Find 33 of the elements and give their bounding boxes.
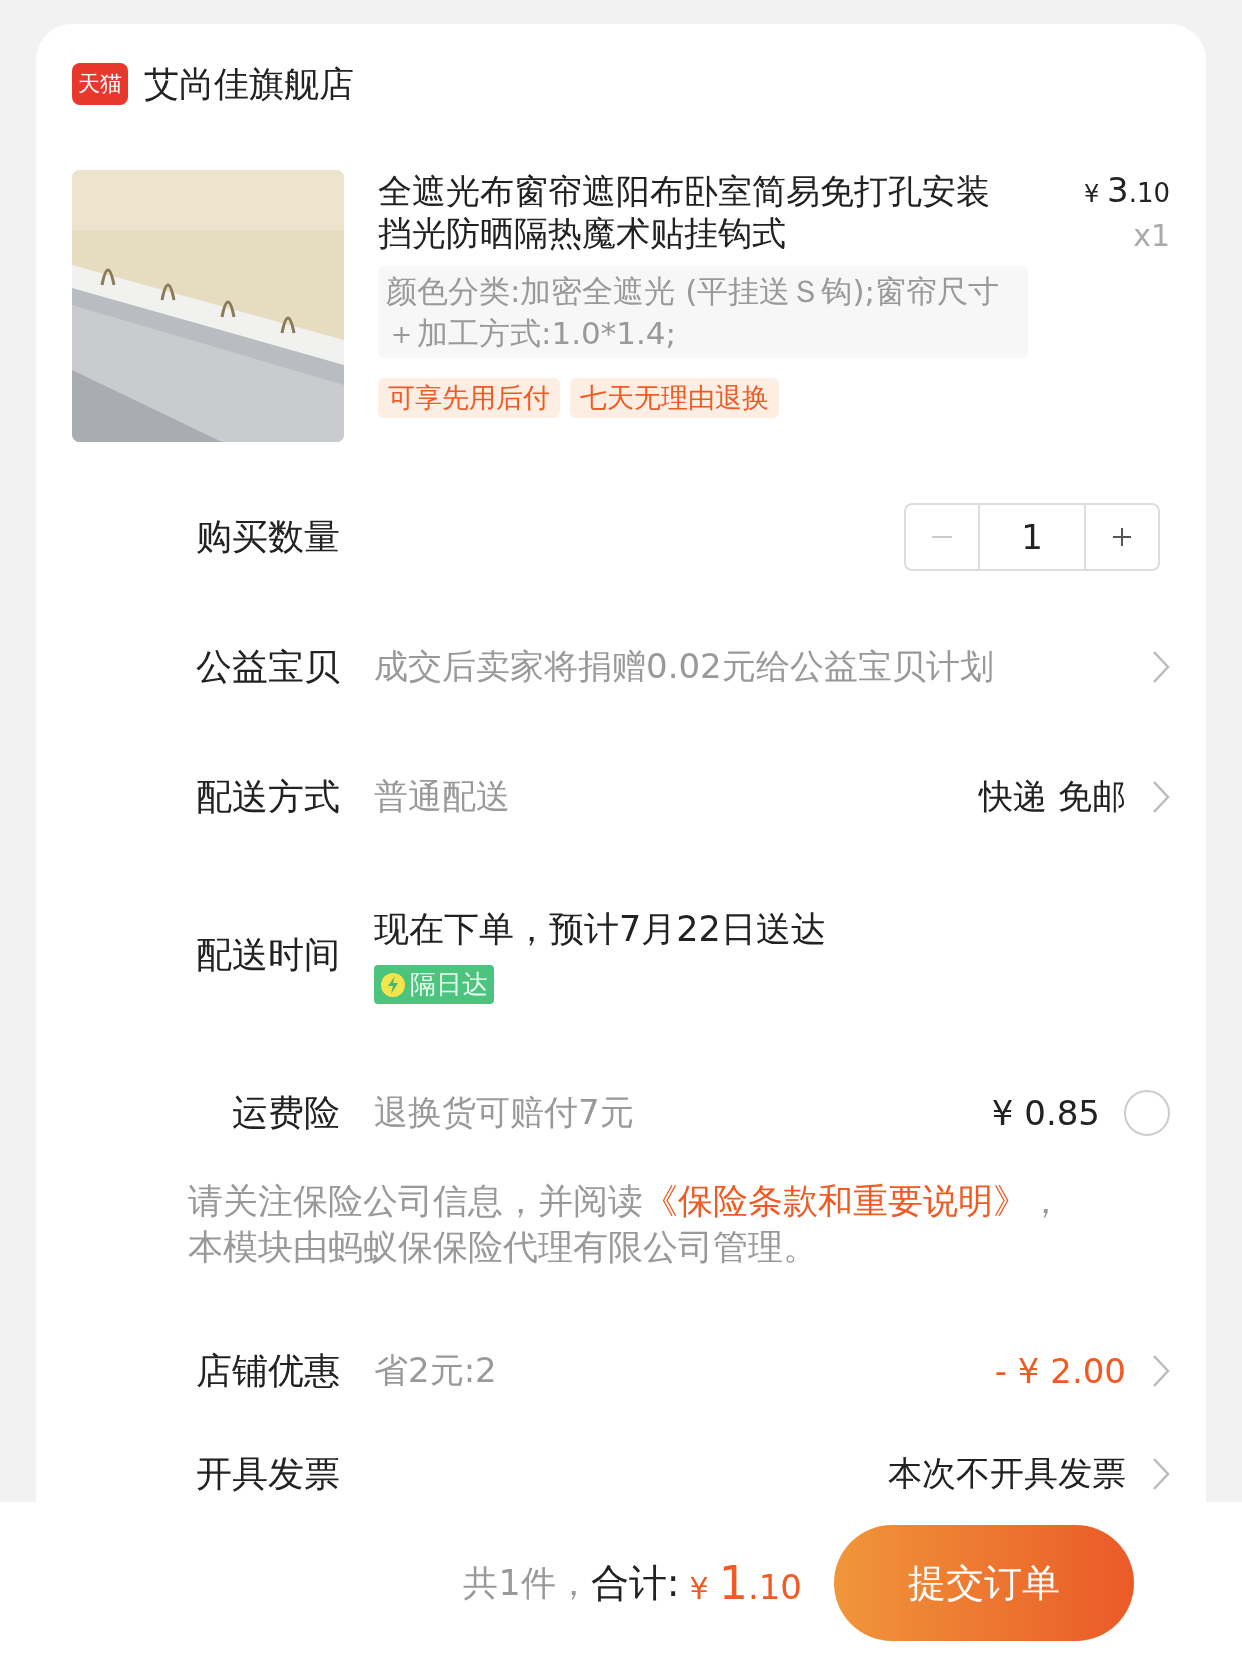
row-label: 开具发票 — [195, 1451, 340, 1496]
insurance-price: ¥ 0.85 — [991, 1093, 1100, 1133]
row-label: 购买数量 — [195, 514, 340, 559]
delivery-estimate: 现在下单，预计7月22日送达 — [374, 908, 827, 951]
chevron-icon — [1152, 780, 1170, 814]
row-label: 店铺优惠 — [195, 1348, 340, 1393]
insurance-notice: 请关注保险公司信息，并阅读《保险条款和重要说明》，本模块由蚂蚁保保险代理有限公司管理。 — [188, 1180, 1064, 1269]
total-price: ¥ 1.10 — [689, 1556, 802, 1610]
item-count: 共1件， — [463, 1561, 591, 1605]
shipping-option[interactable]: 快递 免邮 — [979, 774, 1126, 820]
service-tag: 可享先用后付 — [378, 378, 560, 418]
row-value: 退换货可赔付7元 — [374, 1091, 635, 1134]
invoice-option[interactable]: 本次不开具发票 — [888, 1451, 1126, 1497]
chevron-icon — [1152, 650, 1170, 684]
total-label: 合计: — [590, 1559, 680, 1607]
row-label: 配送方式 — [195, 774, 340, 819]
next-day-badge: 隔日达 — [374, 965, 494, 1004]
row-label: 配送时间 — [195, 932, 340, 977]
row-label: 公益宝贝 — [195, 644, 340, 689]
plus-icon — [1111, 526, 1133, 548]
product-title[interactable]: 全遮光布窗帘遮阳布卧室简易免打孔安装挡光防晒隔热魔术贴挂钩式 — [378, 170, 998, 254]
minus-icon — [932, 536, 952, 538]
chevron-icon — [1152, 1457, 1170, 1491]
row-value: 普通配送 — [374, 775, 511, 818]
chevron-icon — [1152, 1354, 1170, 1388]
store-logo: 天猫 — [72, 63, 128, 105]
product-price: ¥ 3.10 — [1083, 170, 1170, 210]
service-tag: 七天无理由退换 — [570, 378, 779, 418]
row-label: 运费险 — [231, 1090, 340, 1135]
quantity-text: x1 — [1132, 218, 1170, 253]
row-value: 省2元:2 — [374, 1349, 498, 1392]
store-name[interactable]: 艾尚佳旗舰店 — [144, 60, 354, 108]
insurance-checkbox[interactable] — [1124, 1090, 1170, 1136]
